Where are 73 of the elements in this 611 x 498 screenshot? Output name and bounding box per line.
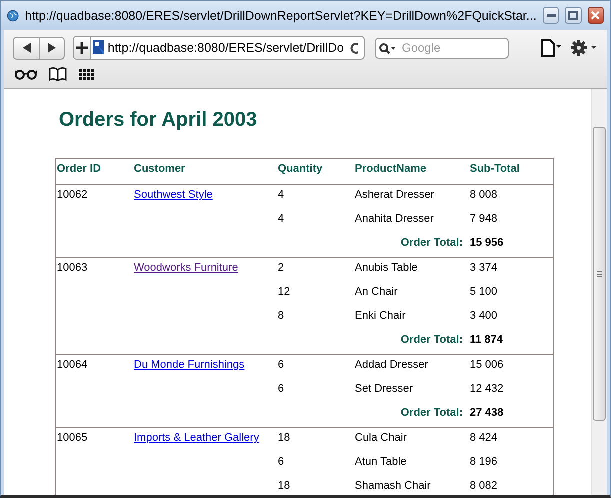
search-field[interactable]: Google bbox=[375, 38, 509, 58]
table-cell-text: 8 082 bbox=[469, 480, 499, 492]
table-cell-text: Atun Table bbox=[354, 456, 408, 468]
maximize-icon bbox=[568, 11, 578, 20]
table-cell-text: 4 bbox=[277, 213, 286, 225]
table-cell-text: 18 bbox=[277, 480, 292, 492]
table-cell-text: 4 bbox=[277, 189, 286, 201]
maximize-button[interactable] bbox=[565, 7, 582, 24]
minimize-button[interactable] bbox=[542, 7, 560, 24]
close-button[interactable] bbox=[588, 7, 604, 24]
forward-icon bbox=[48, 43, 56, 53]
table-cell-text: 6 bbox=[277, 383, 286, 395]
globe-icon bbox=[7, 8, 20, 24]
report-title: Orders for April 2003 bbox=[59, 109, 258, 132]
site-icon bbox=[93, 40, 104, 56]
table-cell-text: Addad Dresser bbox=[354, 359, 430, 371]
scrollbar[interactable] bbox=[591, 89, 607, 495]
table-cell-text: 5 100 bbox=[469, 286, 499, 298]
add-bookmark-button[interactable] bbox=[74, 37, 92, 59]
back-icon bbox=[22, 43, 30, 53]
close-icon bbox=[591, 11, 600, 20]
table-cell-text: 15 006 bbox=[469, 359, 505, 371]
customer-link[interactable]: Imports & Leather Gallery bbox=[134, 432, 260, 444]
table-cell-text: Shamash Chair bbox=[354, 480, 432, 492]
table-cell-text: 3 374 bbox=[469, 262, 499, 274]
grip-icon bbox=[597, 270, 602, 278]
table-cell-text: 8 196 bbox=[469, 456, 499, 468]
customer-link[interactable]: Southwest Style bbox=[134, 189, 213, 201]
column-header: Sub-Total bbox=[469, 163, 521, 175]
total-value: 27 438 bbox=[469, 407, 505, 419]
table-cell-text: 3 400 bbox=[469, 310, 499, 322]
total-label: Order Total: bbox=[400, 334, 464, 346]
table-cell-text: Set Dresser bbox=[354, 383, 414, 395]
total-value: 11 874 bbox=[469, 334, 504, 346]
table-cell-text: 8 424 bbox=[469, 432, 499, 444]
table-cell-text: 10064 bbox=[56, 359, 89, 371]
column-header: Quantity bbox=[277, 163, 324, 175]
customer-link[interactable]: Du Monde Furnishings bbox=[134, 359, 245, 371]
total-value: 15 956 bbox=[469, 237, 505, 249]
page-menu-icon[interactable] bbox=[540, 39, 562, 57]
search-icon bbox=[379, 42, 397, 54]
table-cell-text: An Chair bbox=[354, 286, 399, 298]
table-cell-text: 10063 bbox=[56, 262, 89, 274]
minimize-icon bbox=[546, 14, 556, 18]
table-cell-text: 2 bbox=[277, 262, 286, 274]
table-cell-text: 6 bbox=[277, 359, 286, 371]
table-cell-text: 18 bbox=[277, 432, 292, 444]
table-cell-text: Enki Chair bbox=[354, 310, 407, 322]
table-cell-text: 12 432 bbox=[469, 383, 505, 395]
table-cell-text: Asherat Dresser bbox=[354, 189, 436, 201]
table-cell-text: 7 948 bbox=[469, 213, 499, 225]
customer-link[interactable]: Woodworks Furniture bbox=[134, 262, 238, 274]
table-cell-text: 8 bbox=[277, 310, 286, 322]
table-cell-text: Cula Chair bbox=[354, 432, 408, 444]
table-cell-text: 10062 bbox=[56, 189, 89, 201]
book-icon[interactable] bbox=[49, 67, 67, 81]
total-label: Order Total: bbox=[400, 237, 464, 249]
grid-icon[interactable] bbox=[79, 68, 95, 80]
table-cell-text: 12 bbox=[277, 286, 292, 298]
table-cell-text: 10065 bbox=[56, 432, 89, 444]
plus-icon bbox=[76, 42, 88, 54]
table-cell-text: 8 008 bbox=[469, 189, 499, 201]
total-label: Order Total: bbox=[400, 407, 464, 419]
table-cell-text: Anubis Table bbox=[354, 262, 419, 274]
window-title: http://quadbase:8080/ERES/servlet/DrillDownReportServlet?KEY=DrillDown%2FQuickStar... bbox=[25, 8, 537, 22]
glasses-icon[interactable] bbox=[15, 68, 37, 80]
column-header: ProductName bbox=[354, 163, 428, 175]
table-cell-text: Anahita Dresser bbox=[354, 213, 435, 225]
column-header: Order ID bbox=[56, 163, 102, 175]
settings-icon[interactable] bbox=[570, 39, 598, 57]
scroll-thumb[interactable] bbox=[593, 127, 606, 421]
column-header: Customer bbox=[133, 163, 186, 175]
table-cell-text: 6 bbox=[277, 456, 286, 468]
